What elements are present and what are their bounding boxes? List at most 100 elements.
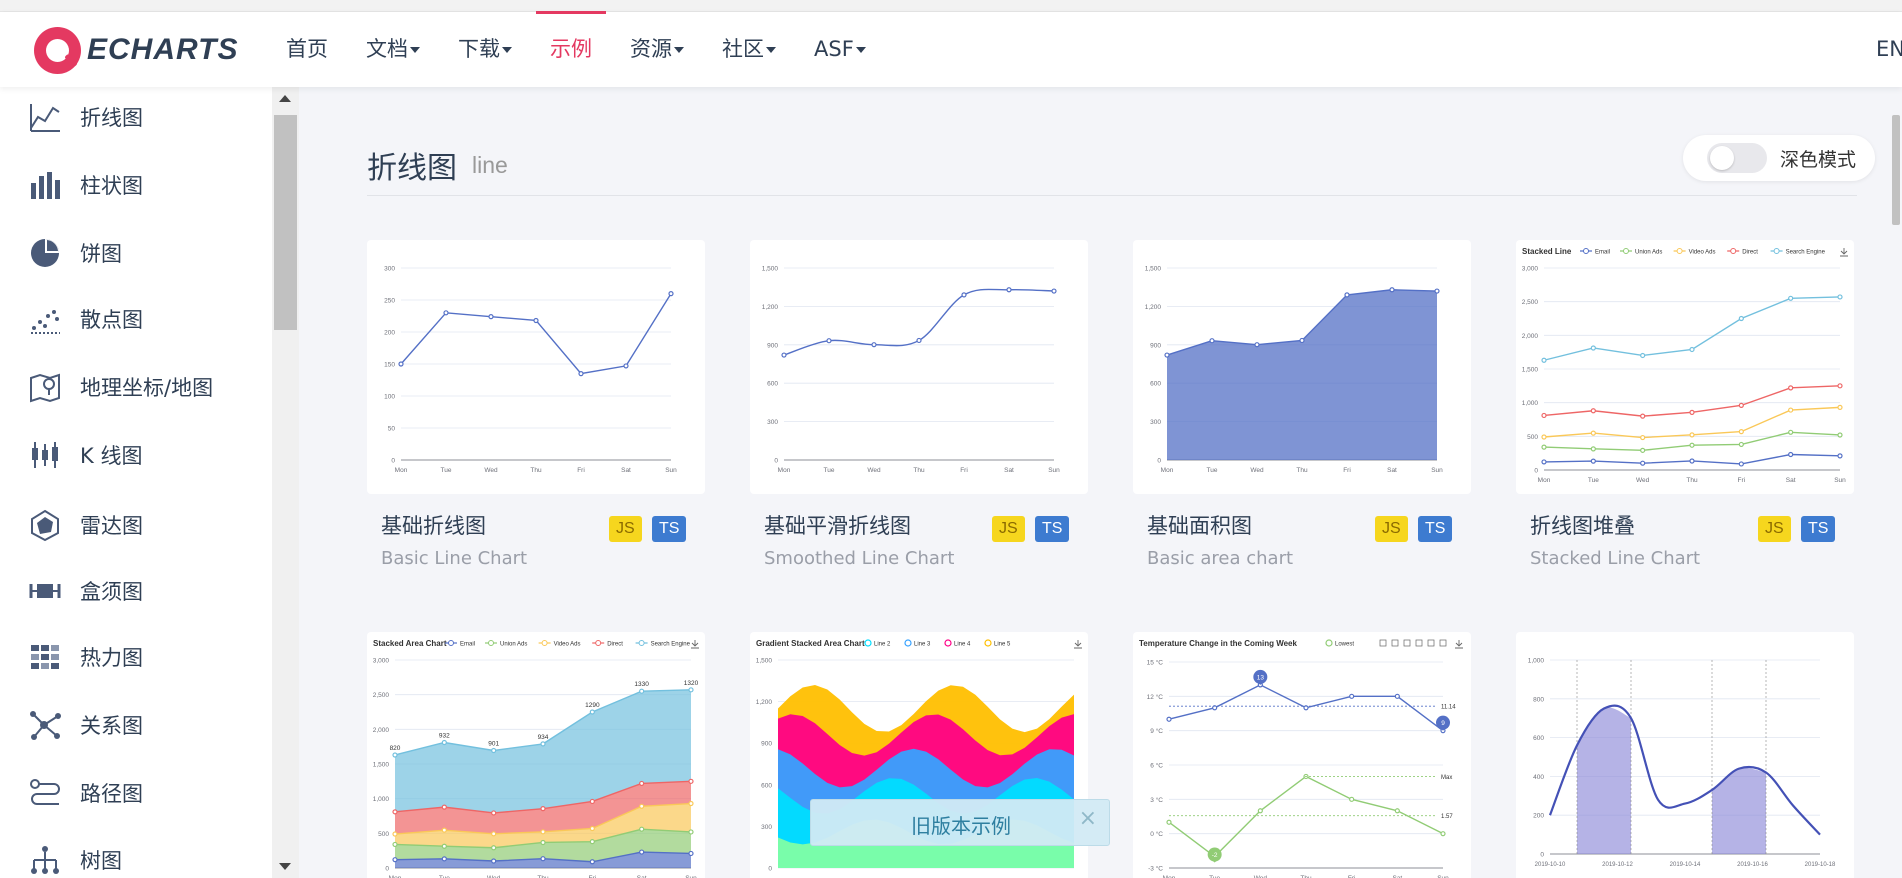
example-card[interactable]: 0 300 600 900 1,200 1,500 Mon Tue Wed Thu Fri Sat Su… — [750, 240, 1088, 569]
example-thumbnail[interactable]: Stacked Area Chart Email Union Ads Video Ad… — [367, 632, 705, 878]
data-label: 1290 — [585, 702, 600, 709]
example-title[interactable]: 基础平滑折线图 — [764, 510, 911, 540]
ts-badge[interactable]: TS — [652, 516, 687, 542]
old-version-toast[interactable]: 旧版本示例 × — [810, 799, 1110, 846]
sidebar-item-11[interactable]: 树图 — [28, 840, 122, 878]
dark-mode-switch[interactable] — [1707, 143, 1767, 173]
caret-down-icon — [410, 47, 420, 53]
nav-item-0[interactable]: 首页 — [272, 12, 342, 87]
data-point — [589, 859, 595, 865]
sidebar-scrollbar[interactable] — [272, 87, 299, 878]
x-tick-label: 2019-10-12 — [1602, 862, 1633, 868]
nav-item-2[interactable]: 下载 — [444, 12, 526, 87]
data-label: 934 — [538, 734, 549, 741]
sidebar-item-1[interactable]: 柱状图 — [28, 165, 143, 205]
example-thumbnail[interactable]: Stacked Line Email Union Ads Video Ads Direc… — [1516, 240, 1854, 494]
main-scroll-thumb[interactable] — [1892, 115, 1900, 225]
nav-item-6[interactable]: ASF — [800, 12, 880, 87]
sidebar-item-10[interactable]: 路径图 — [28, 773, 143, 813]
data-label: 932 — [439, 733, 450, 740]
scroll-up-icon[interactable] — [279, 95, 291, 102]
toolbox-icon[interactable] — [1403, 639, 1411, 647]
legend-label: Email — [460, 642, 475, 648]
dark-mode-toggle[interactable]: 深色模式 — [1683, 135, 1875, 181]
example-chart: 0 300 600 900 1,200 1,500 Mon Tue Wed Thu Fri Sat Su… — [762, 266, 1060, 475]
example-thumbnail[interactable]: 0 300 600 900 1,200 1,500 Mon Tue Wed Thu Fri Sat Su… — [1133, 240, 1471, 494]
download-icon[interactable] — [1074, 640, 1082, 649]
data-point — [1640, 413, 1646, 419]
data-point — [1788, 429, 1794, 435]
y-tick-label: 12 °C — [1147, 693, 1164, 701]
y-tick-label: 3,000 — [1522, 266, 1539, 273]
nav-item-5[interactable]: 社区 — [708, 12, 790, 87]
sidebar-item-9[interactable]: 关系图 — [28, 705, 143, 745]
js-badge[interactable]: JS — [1375, 516, 1408, 542]
example-card[interactable]: Stacked Line Email Union Ads Video Ads Direc… — [1516, 240, 1854, 569]
example-thumbnail[interactable]: 0 300 600 900 1,200 1,500 Mon Tue Wed Thu Fri Sat Su… — [750, 240, 1088, 494]
markline-label: Max — [1441, 775, 1452, 781]
toolbox-icon[interactable] — [1439, 639, 1447, 647]
old-version-link[interactable]: 旧版本示例 — [811, 810, 1111, 839]
data-point — [1788, 295, 1794, 301]
data-point — [1541, 412, 1547, 419]
download-icon[interactable] — [1455, 640, 1463, 649]
main-scrollbar[interactable] — [1890, 87, 1902, 878]
nav-item-1[interactable]: 文档 — [352, 12, 434, 87]
y-tick-label: 600 — [1150, 381, 1161, 388]
example-title[interactable]: 基础面积图 — [1147, 510, 1252, 540]
scroll-down-icon[interactable] — [279, 863, 291, 870]
example-card[interactable]: 0 50 100 150 200 250 300 Mon Tue Wed Thu Fri Sat Sun 基… — [367, 240, 705, 569]
nav-item-3[interactable]: 示例 — [536, 11, 606, 87]
toolbox-icon[interactable] — [1379, 639, 1387, 647]
y-tick-label: 150 — [384, 362, 395, 369]
example-card[interactable]: Stacked Area Chart Email Union Ads Video Ad… — [367, 632, 705, 878]
ts-badge[interactable]: TS — [1418, 516, 1453, 542]
sidebar-item-6[interactable]: 雷达图 — [28, 505, 143, 545]
sidebar-item-2[interactable]: 饼图 — [28, 233, 122, 273]
toolbox-icon[interactable] — [1415, 639, 1423, 647]
ts-badge[interactable]: TS — [1035, 516, 1070, 542]
sidebar-item-7[interactable]: 盒须图 — [28, 571, 143, 611]
example-title[interactable]: 基础折线图 — [381, 510, 486, 540]
data-point — [1440, 831, 1446, 837]
x-tick-label: Tue — [441, 467, 452, 474]
y-tick-label: 1,500 — [756, 658, 773, 665]
js-badge[interactable]: JS — [609, 516, 642, 542]
close-icon[interactable]: × — [1079, 806, 1097, 831]
example-card[interactable]: Temperature Change in the Coming Week Low… — [1133, 632, 1471, 878]
download-icon[interactable] — [691, 640, 699, 649]
data-point — [1590, 458, 1596, 464]
sidebar-item-3[interactable]: 散点图 — [28, 299, 143, 339]
candlestick-icon — [28, 438, 62, 472]
sidebar-scroll-thumb[interactable] — [274, 115, 297, 330]
y-tick-label: 2,500 — [373, 692, 390, 699]
example-thumbnail[interactable]: 0 50 100 150 200 250 300 Mon Tue Wed Thu Fri Sat Sun — [367, 240, 705, 494]
example-thumbnail[interactable]: 0 200 400 600 800 1,000 2019-10-10 2019-10-12 20… — [1516, 632, 1854, 878]
js-badge[interactable]: JS — [1758, 516, 1791, 542]
sidebar-item-0[interactable]: 折线图 — [28, 97, 143, 137]
example-thumbnail[interactable]: Temperature Change in the Coming Week Low… — [1133, 632, 1471, 878]
example-card[interactable]: 0 200 400 600 800 1,000 2019-10-10 2019-10-12 20… — [1516, 632, 1854, 878]
data-point — [1788, 451, 1794, 458]
language-switch[interactable]: EN — [1876, 12, 1902, 87]
download-icon[interactable] — [1840, 248, 1848, 257]
ts-badge[interactable]: TS — [1801, 516, 1836, 542]
sidebar-item-5[interactable]: K 线图 — [28, 435, 142, 475]
y-tick-label: 600 — [1533, 735, 1544, 742]
sidebar-item-label: 地理坐标/地图 — [80, 376, 214, 400]
example-title[interactable]: 折线图堆叠 — [1530, 510, 1635, 540]
nav-item-4[interactable]: 资源 — [616, 12, 698, 87]
chart-title: Gradient Stacked Area Chart — [756, 639, 865, 648]
echarts-logo[interactable]: ECHARTS — [34, 26, 238, 74]
data-point — [961, 292, 967, 298]
data-point — [623, 363, 629, 369]
data-point — [688, 778, 694, 784]
toolbox-icon[interactable] — [1427, 639, 1435, 647]
y-tick-label: 2,500 — [1522, 299, 1539, 306]
js-badge[interactable]: JS — [992, 516, 1025, 542]
example-card[interactable]: 0 300 600 900 1,200 1,500 Mon Tue Wed Thu Fri Sat Su… — [1133, 240, 1471, 569]
sidebar-item-4[interactable]: 地理坐标/地图 — [28, 367, 213, 407]
toolbox-icon[interactable] — [1391, 639, 1399, 647]
sidebar-item-8[interactable]: 热力图 — [28, 637, 143, 677]
sidebar-item-label: K 线图 — [80, 444, 143, 468]
